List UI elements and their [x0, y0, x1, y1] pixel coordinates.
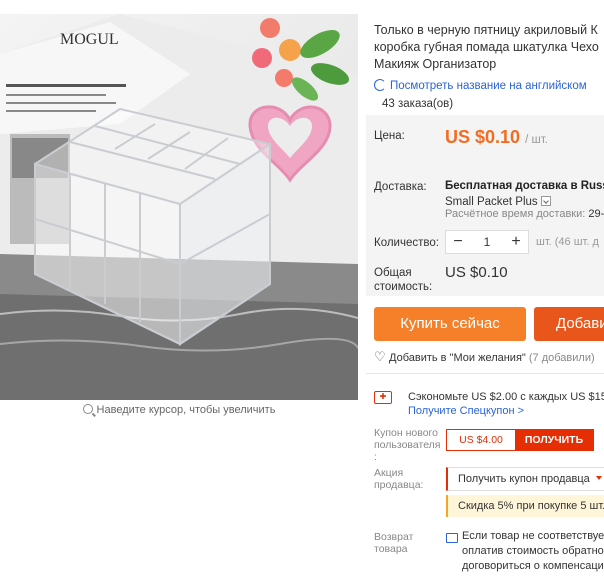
caret-down-icon: [595, 476, 602, 480]
wishlist-label: Добавить в "Мои желания": [389, 352, 526, 364]
new-user-coupon-label-3: :: [374, 451, 377, 463]
product-photo-illustration: MOGUL: [0, 14, 358, 400]
new-user-coupon-label: Купон нового пользователя :: [374, 427, 441, 463]
return-policy-text: Если товар не соответствует оплатив стои…: [462, 529, 604, 574]
total-label: Общая стоимость:: [374, 266, 432, 294]
quantity-decrease-button[interactable]: −: [446, 233, 470, 251]
return-policy-line1: Если товар не соответствует: [462, 530, 604, 542]
seller-promo-label-2: продавца:: [374, 479, 424, 491]
delivery-time-label: Расчётное время доставки:: [445, 208, 586, 220]
product-info-column: Только в черную пятницу акриловый К коро…: [366, 0, 604, 576]
shipping-label: Доставка:: [374, 181, 427, 193]
orders-count: 43 заказа(ов): [382, 98, 454, 110]
price-label: Цена:: [374, 130, 405, 142]
seller-coupon-label: Получить купон продавца: [458, 473, 590, 485]
wishlist-count: (7 добавили): [528, 352, 595, 364]
chevron-down-icon[interactable]: [540, 196, 551, 206]
coupon-icon: ✚: [374, 391, 392, 404]
get-coupon-button[interactable]: ПОЛУЧИТЬ: [515, 430, 593, 450]
zoom-hint-text: Наведите курсор, чтобы увеличить: [96, 404, 276, 416]
new-user-coupon-label-1: Купон нового: [374, 427, 438, 439]
translate-icon: [374, 79, 386, 91]
quantity-label: Количество:: [374, 237, 439, 249]
seller-coupon-dropdown[interactable]: Получить купон продавца: [446, 467, 604, 491]
total-label-line2: стоимость:: [374, 281, 433, 293]
view-english-label: Посмотреть название на английском: [390, 80, 587, 92]
get-special-coupon-link[interactable]: Получите Спецкупон >: [408, 405, 524, 417]
delivery-time: Расчётное время доставки: 29-5: [445, 208, 604, 220]
view-english-title-link[interactable]: Посмотреть название на английском: [374, 79, 587, 92]
magnifier-icon: [82, 404, 93, 414]
returns-label: Возврат товара: [374, 531, 413, 555]
price-amount: US $0.10: [445, 127, 521, 147]
total-price: US $0.10: [445, 264, 508, 281]
return-policy-line2: оплатив стоимость обратной: [462, 545, 604, 557]
price-value: US $0.10 / шт.: [445, 127, 548, 148]
delivery-time-value: 29-5: [588, 208, 604, 220]
new-user-coupon-label-2: пользователя: [374, 439, 441, 451]
seller-promo-label-1: Акция: [374, 467, 404, 479]
price-unit: / шт.: [525, 134, 548, 146]
quantity-stepper: − 1 +: [445, 230, 529, 254]
seller-promo-label: Акция продавца:: [374, 467, 423, 491]
savings-text: Сэкономьте US $2.00 с каждых US $15.00: [408, 391, 604, 403]
returns-label-1: Возврат: [374, 531, 414, 543]
add-to-cart-button[interactable]: Добави: [534, 307, 604, 341]
product-image[interactable]: MOGUL: [0, 14, 358, 400]
product-title: Только в черную пятницу акриловый К коро…: [374, 23, 599, 71]
new-user-coupon: US $4.00 ПОЛУЧИТЬ: [446, 429, 594, 451]
svg-text:MOGUL: MOGUL: [60, 31, 119, 48]
bulk-discount-badge: Скидка 5% при покупке 5 шт.: [446, 495, 604, 517]
heart-icon: ♡: [374, 349, 386, 364]
free-shipping-text: Бесплатная доставка в Russian: [445, 180, 604, 192]
new-user-coupon-amount: US $4.00: [459, 434, 503, 446]
returns-label-2: товара: [374, 543, 408, 555]
buy-now-button[interactable]: Купить сейчас: [374, 307, 526, 341]
wishlist-link[interactable]: ♡ Добавить в "Мои желания" (7 добавили): [374, 349, 595, 364]
quantity-available: шт. (46 шт. д: [536, 236, 599, 248]
zoom-hint: Наведите курсор, чтобы увеличить: [0, 404, 358, 416]
return-policy-icon: [446, 533, 458, 543]
shipping-info[interactable]: Бесплатная доставка в Russian Small Pack…: [445, 178, 604, 210]
total-label-line1: Общая: [374, 267, 412, 279]
quantity-increase-button[interactable]: +: [504, 233, 528, 251]
shipping-method: Small Packet Plus: [445, 196, 538, 208]
divider: [366, 373, 604, 374]
quantity-input[interactable]: 1: [470, 235, 504, 249]
return-policy-line3: договориться о компенсации: [462, 560, 604, 572]
